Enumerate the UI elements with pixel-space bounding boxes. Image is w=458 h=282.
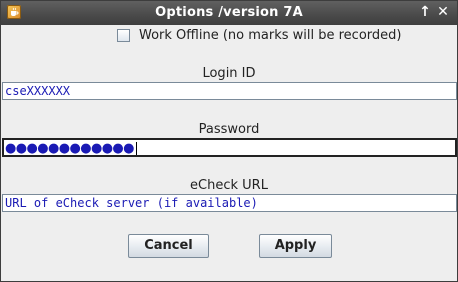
login-id-label: Login ID	[202, 66, 256, 81]
cancel-button[interactable]: Cancel	[128, 234, 209, 258]
login-id-field[interactable]: cseXXXXXX	[2, 82, 457, 100]
apply-button[interactable]: Apply	[259, 234, 332, 258]
arrow-up-icon: ↑	[419, 4, 431, 20]
close-button[interactable]: ✕	[435, 4, 451, 20]
work-offline-checkbox[interactable]	[117, 28, 130, 42]
options-dialog: Options /version 7A ↑ ✕ Work Offline (no…	[0, 0, 458, 282]
maximize-button[interactable]: ↑	[417, 4, 433, 20]
echeck-url-label: eCheck URL	[190, 178, 268, 193]
text-caret	[135, 141, 137, 155]
title-bar[interactable]: Options /version 7A ↑ ✕	[1, 1, 457, 25]
password-field[interactable]: ●●●●●●●●●●●●	[2, 138, 457, 157]
window-title: Options /version 7A	[155, 5, 303, 20]
echeck-url-field[interactable]: URL of eCheck server (if available)	[2, 194, 457, 212]
close-icon: ✕	[437, 4, 449, 20]
work-offline-option[interactable]: Work Offline (no marks will be recorded)	[117, 26, 401, 44]
password-masked-value: ●●●●●●●●●●●●	[5, 141, 135, 156]
password-label: Password	[198, 122, 260, 137]
work-offline-label: Work Offline (no marks will be recorded)	[139, 27, 402, 43]
